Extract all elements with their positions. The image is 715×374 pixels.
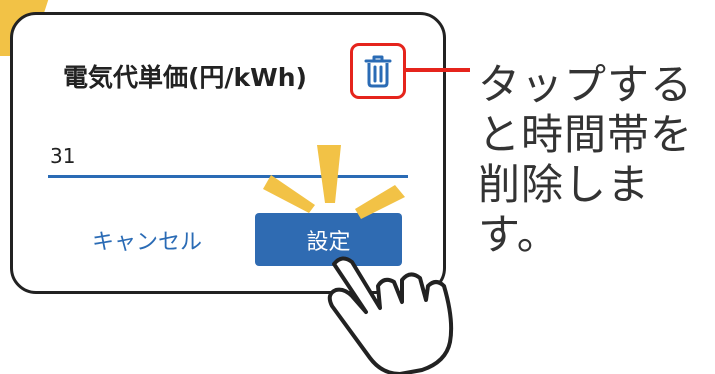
dialog-title: 電気代単価(円/kWh) bbox=[63, 63, 307, 92]
rate-input-value[interactable]: 31 bbox=[50, 144, 75, 168]
tap-burst-icon bbox=[263, 145, 405, 219]
callout-connector bbox=[406, 68, 470, 72]
trash-icon bbox=[364, 55, 392, 88]
delete-button[interactable] bbox=[350, 43, 406, 99]
tap-hand-icon bbox=[327, 256, 454, 374]
cancel-button[interactable]: キャンセル bbox=[92, 224, 202, 256]
callout-text: タップする と時間帯を 削除します。 bbox=[478, 60, 694, 259]
